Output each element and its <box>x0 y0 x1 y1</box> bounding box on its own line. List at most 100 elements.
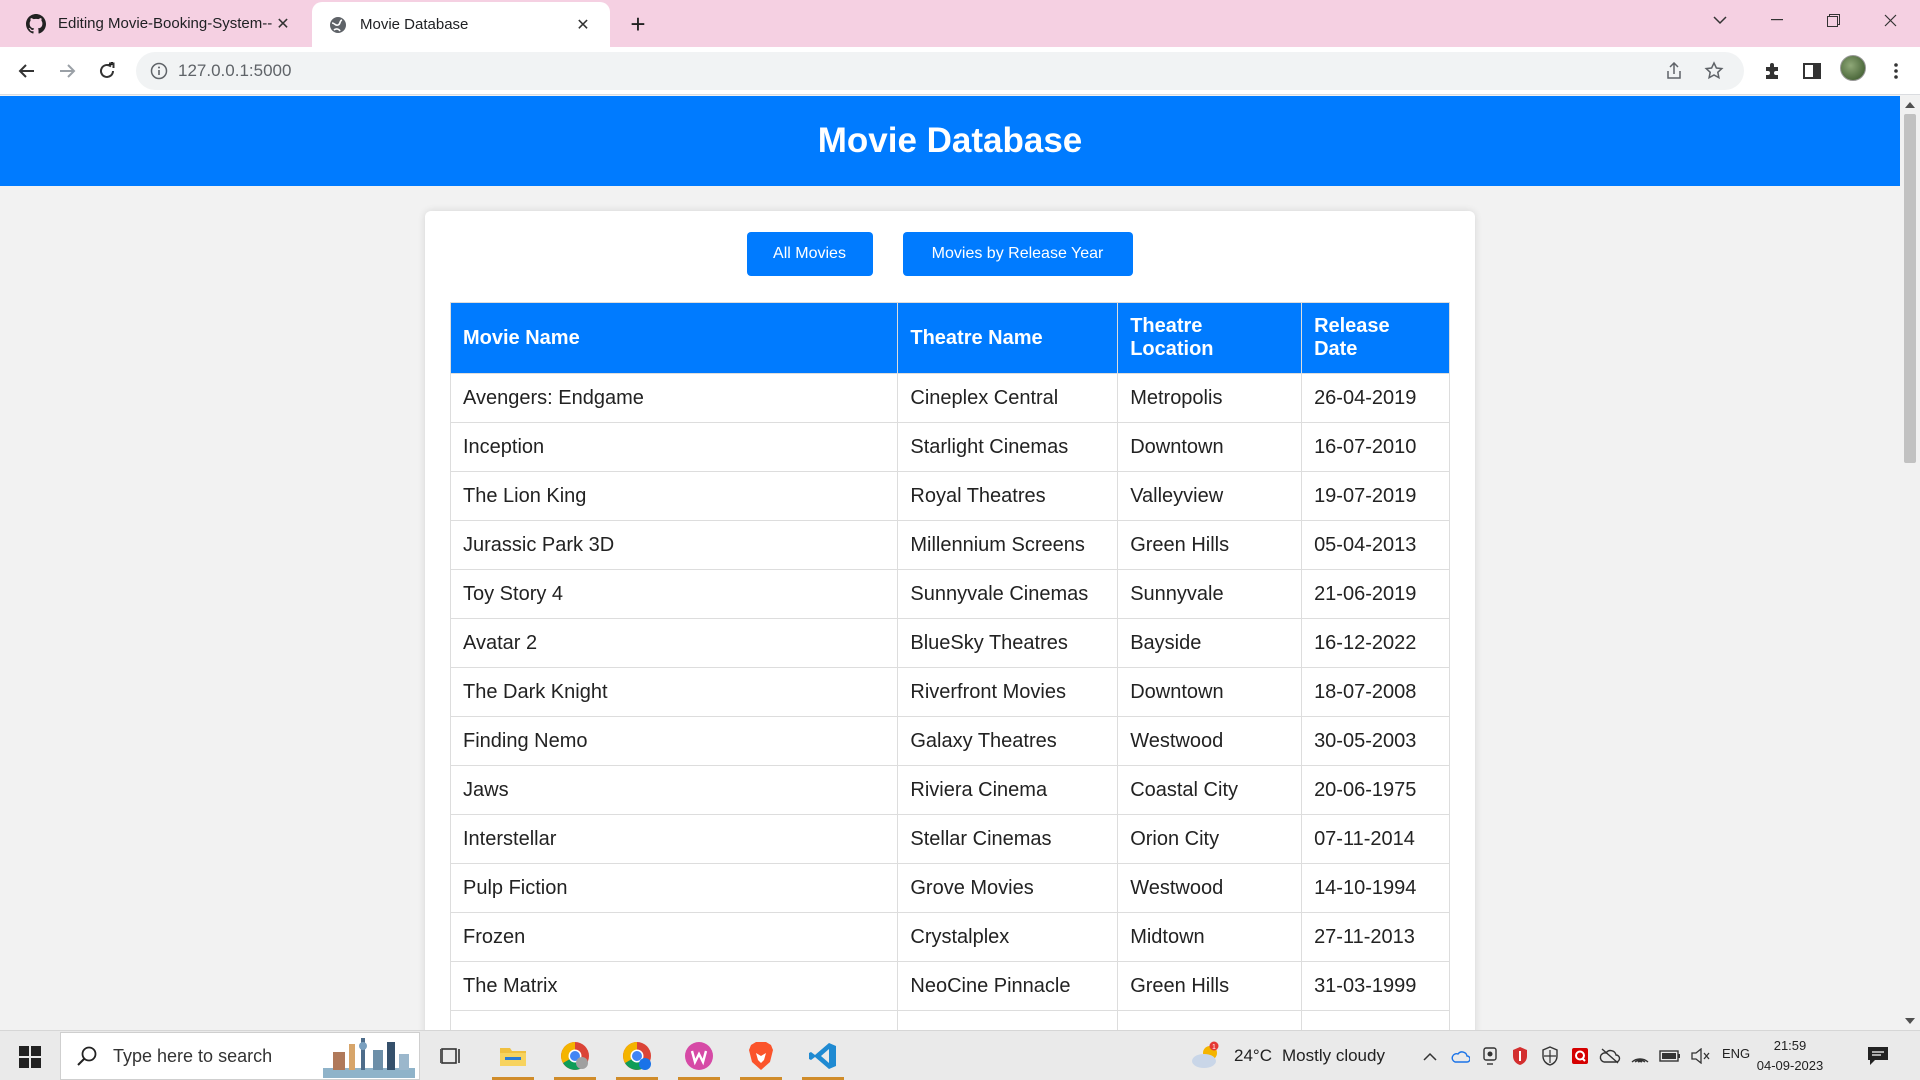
cell-theatre-location: Orion City <box>1117 814 1303 864</box>
cell-release-date: 14-10-1994 <box>1301 863 1450 913</box>
cell-theatre-name: Sunnyvale Cinemas <box>897 569 1119 619</box>
cell-theatre-name: Cineplex Central <box>897 373 1119 423</box>
side-panel-icon[interactable] <box>1796 55 1828 87</box>
globe-icon <box>330 16 346 33</box>
page-title: Movie Database <box>817 121 1083 160</box>
column-header-movie-name: Movie Name <box>449 302 899 374</box>
cell-release-date: 31-03-1999 <box>1301 961 1450 1011</box>
back-arrow-icon[interactable] <box>11 55 43 87</box>
bookmark-star-icon[interactable] <box>1702 59 1726 83</box>
page-scrollbar[interactable] <box>1900 96 1920 1030</box>
vscode-icon[interactable] <box>796 1032 850 1080</box>
cell-release-date: 30-05-2003 <box>1301 716 1450 766</box>
vpn-cloud-icon[interactable] <box>1598 1044 1622 1068</box>
cell-movie-name: Finding Nemo <box>449 716 899 766</box>
all-movies-button[interactable]: All Movies <box>746 232 873 276</box>
tab-title: Movie Database <box>360 16 469 33</box>
security-shield-icon[interactable] <box>1508 1044 1532 1068</box>
cell-theatre-location: Green Hills <box>1117 520 1303 570</box>
cell-theatre-name: Royal Theatres <box>897 471 1119 521</box>
minimize-icon[interactable] <box>1749 0 1805 40</box>
cell-release-date: 26-04-2019 <box>1301 373 1450 423</box>
cell-movie-name: Inception <box>449 422 899 472</box>
site-header: Movie Database <box>0 96 1900 186</box>
show-hidden-icons-chevron-icon[interactable] <box>1418 1044 1442 1068</box>
wps-office-icon[interactable] <box>672 1032 726 1080</box>
weather-condition: Mostly cloudy <box>1281 1046 1385 1065</box>
share-icon[interactable] <box>1662 59 1686 83</box>
search-icon <box>77 1046 97 1066</box>
close-window-icon[interactable] <box>1862 0 1918 40</box>
cell-release-date: 16-07-2010 <box>1301 422 1450 472</box>
menu-kebab-icon[interactable] <box>1880 55 1912 87</box>
cell-release-date: 18-07-2008 <box>1301 667 1450 717</box>
defender-shield-icon[interactable] <box>1538 1044 1562 1068</box>
cell-release-date: 07-11-2014 <box>1301 814 1450 864</box>
cell-movie-name: The Lion King <box>449 471 899 521</box>
restore-icon[interactable] <box>1805 0 1861 40</box>
tab-movie-database[interactable]: Movie Database ✕ <box>312 2 610 47</box>
cell-theatre-name: Starlight Cinemas <box>897 422 1119 472</box>
file-explorer-icon[interactable] <box>486 1032 540 1080</box>
cell-movie-name: The Matrix <box>449 961 899 1011</box>
battery-icon[interactable] <box>1658 1044 1682 1068</box>
system-clock[interactable]: 21:59 04-09-2023 <box>1750 1036 1830 1076</box>
cell-theatre-name: Riverfront Movies <box>897 667 1119 717</box>
quick-heal-icon[interactable] <box>1568 1044 1592 1068</box>
site-info-icon[interactable] <box>150 62 168 80</box>
scroll-up-arrow-icon[interactable] <box>1905 102 1915 108</box>
cell-theatre-location: Sunnyvale <box>1117 569 1303 619</box>
profile-avatar[interactable] <box>1840 55 1866 81</box>
address-bar[interactable]: 127.0.0.1:5000 <box>136 52 1744 90</box>
webcam-icon[interactable] <box>1478 1044 1502 1068</box>
notifications-icon[interactable] <box>1864 1043 1892 1069</box>
wifi-icon[interactable] <box>1628 1044 1652 1068</box>
tab-title: Editing Movie-Booking-System-- <box>58 15 272 32</box>
onedrive-cloud-icon[interactable] <box>1448 1044 1472 1068</box>
reload-icon[interactable] <box>91 55 123 87</box>
chrome-profile-icon[interactable] <box>610 1032 664 1080</box>
taskbar-search-box[interactable]: Type here to search <box>60 1032 420 1080</box>
table-row: The Dark Knight Riverfront Movies Downtown… <box>449 667 1450 717</box>
table-row: Jaws Riviera Cinema Coastal City 20-06-1975 <box>449 765 1450 815</box>
new-tab-button[interactable]: + <box>622 8 654 40</box>
table-row: The Lion King Royal Theatres Valleyview 19-… <box>449 471 1450 521</box>
cell-theatre-name: NeoCine Pinnacle <box>897 961 1119 1011</box>
tab-editing-movie-booking[interactable]: Editing Movie-Booking-System-- ✕ <box>10 0 310 47</box>
table-row <box>449 1010 1450 1030</box>
tab-search-chevron-icon[interactable] <box>1692 0 1748 40</box>
cell-movie-name: Toy Story 4 <box>449 569 899 619</box>
windows-start-icon[interactable] <box>12 1041 48 1073</box>
input-language[interactable]: ENG <box>1722 1046 1750 1061</box>
scroll-down-arrow-icon[interactable] <box>1905 1018 1915 1024</box>
scrollbar-thumb[interactable] <box>1904 114 1916 463</box>
table-row: Avatar 2 BlueSky Theatres Bayside 16-12-202… <box>449 618 1450 668</box>
cell-theatre-location: Midtown <box>1117 912 1303 962</box>
table-row: The Matrix NeoCine Pinnacle Green Hills 31-… <box>449 961 1450 1011</box>
volume-muted-icon[interactable] <box>1688 1044 1712 1068</box>
task-view-icon[interactable] <box>424 1032 478 1080</box>
weather-widget[interactable]: 1 24°C Mostly cloudy <box>1190 1031 1385 1080</box>
extensions-puzzle-icon[interactable] <box>1756 55 1788 87</box>
forward-arrow-icon[interactable] <box>51 55 83 87</box>
svg-text:1: 1 <box>1212 1044 1216 1051</box>
column-header-theatre-location: Theatre Location <box>1117 302 1303 374</box>
filter-buttons: All Movies Movies by Release Year <box>425 232 1475 276</box>
close-tab-icon[interactable]: ✕ <box>572 14 594 36</box>
browser-toolbar: 127.0.0.1:5000 <box>0 47 1920 95</box>
table-header-row: Movie Name Theatre Name Theatre Location… <box>449 302 1450 374</box>
close-tab-icon[interactable]: ✕ <box>272 13 294 35</box>
cell-theatre-location: Westwood <box>1117 863 1303 913</box>
url-text: 127.0.0.1:5000 <box>178 61 292 80</box>
movies-by-release-year-button[interactable]: Movies by Release Year <box>902 232 1133 276</box>
cell-theatre-name: BlueSky Theatres <box>897 618 1119 668</box>
brave-browser-icon[interactable] <box>734 1032 788 1080</box>
cell-theatre-name: Millennium Screens <box>897 520 1119 570</box>
clock-time: 21:59 <box>1773 1038 1807 1053</box>
cell-theatre-name: Grove Movies <box>897 863 1119 913</box>
cell-theatre-name: Riviera Cinema <box>897 765 1119 815</box>
chrome-icon[interactable] <box>548 1032 602 1080</box>
table-row: Toy Story 4 Sunnyvale Cinemas Sunnyvale 21-… <box>449 569 1450 619</box>
cell-release-date <box>1301 1010 1450 1030</box>
cell-movie-name <box>449 1010 899 1030</box>
